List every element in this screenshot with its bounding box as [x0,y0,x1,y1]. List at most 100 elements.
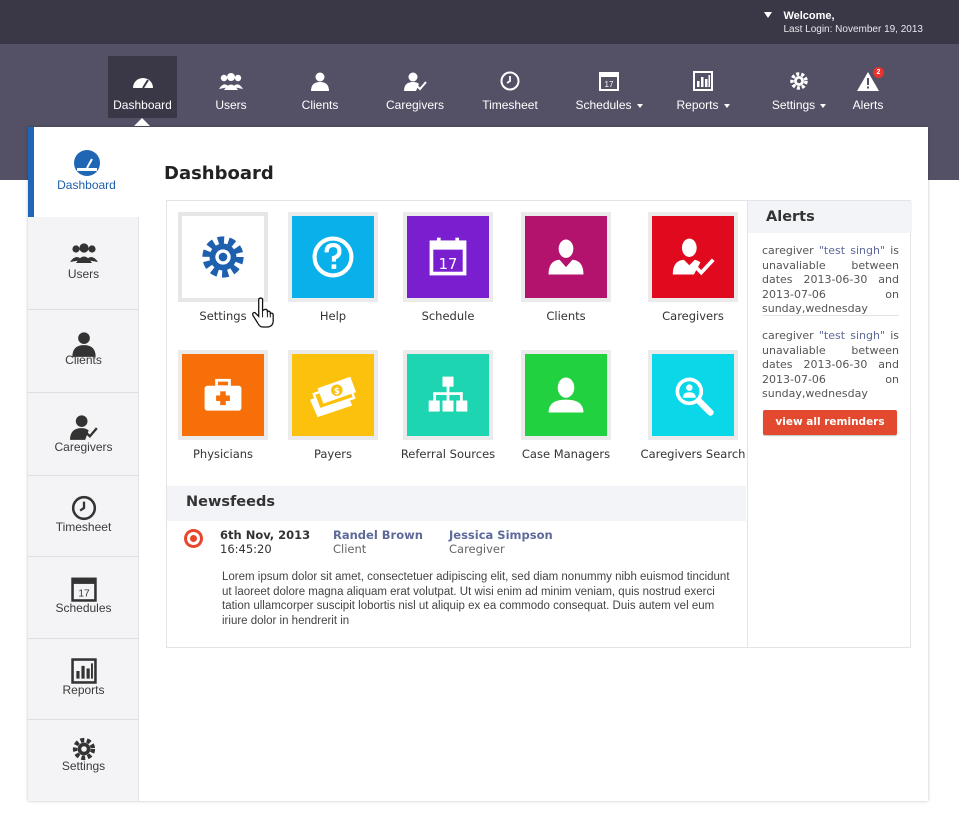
gauge-icon [132,78,153,89]
sidebar-item-reports[interactable]: Reports [28,639,139,720]
sidebar-item-clients[interactable]: Clients [28,310,139,393]
news-timestamp: 6th Nov, 2013 16:45:20 [220,528,310,556]
client-icon [311,72,329,91]
sidebar-item-settings[interactable]: Settings [28,720,139,801]
tile-label: Caregivers Search [640,447,746,461]
tile-label: Caregivers [662,309,724,323]
svg-text:$: $ [334,387,340,397]
chevron-down-icon [723,103,730,108]
sidebar-item-label: Reports [62,683,105,697]
search-user-icon [675,377,714,416]
nav-label: Alerts [852,98,884,112]
nav-alerts[interactable]: 2 Alerts [846,56,890,118]
nav-label: Reports [674,98,732,112]
clock-icon [71,495,96,521]
alerts-title: Alerts [766,209,815,225]
nav-label: Caregivers [385,98,445,112]
caregiver-icon [404,72,427,91]
alert-text: caregiver [762,244,819,257]
target-icon [184,529,203,548]
alerts-badge: 2 [873,67,884,78]
sidebar-item-caregivers[interactable]: Caregivers [28,393,139,476]
user-menu[interactable]: Welcome, Last Login: November 19, 2013 [764,10,923,36]
news-date: 6th Nov, 2013 [220,528,311,542]
news-person-caregiver: Jessica Simpson Caregiver [449,528,553,556]
sidebar-item-dashboard[interactable]: Dashboard [28,127,139,217]
sidebar-item-label: Caregivers [54,440,113,454]
nav-label: Users [215,98,247,112]
tile-bg: $ [292,354,374,436]
tile-bg: 17 [407,216,489,298]
hierarchy-icon [428,376,468,412]
svg-text:17: 17 [605,80,614,89]
news-body: Lorem ipsum dolor sit amet, consectetuer… [222,571,730,627]
nav-users[interactable]: Users [205,56,257,118]
nav-label: Clients [301,98,339,112]
users-icon [69,243,98,263]
calendar-icon: 17 [70,577,97,602]
active-nav-pointer [134,118,150,126]
nav-settings[interactable]: Settings [770,56,828,118]
tile-bg [182,216,264,298]
tile-bg [525,216,607,298]
news-time: 16:45:20 [220,542,272,556]
nav-label: Settings [770,98,828,112]
calendar-icon: 17 [599,72,619,91]
view-all-reminders-button[interactable]: view all reminders [763,410,897,435]
sidebar-item-label: Timesheet [55,520,112,534]
nav-label: Dashboard [113,98,172,112]
dropdown-arrow-icon[interactable] [764,12,773,18]
page-title: Dashboard [164,163,274,184]
users-icon [219,73,243,90]
alert-caregiver-name: "test singh" [818,244,886,257]
nav-clients[interactable]: Clients [294,56,346,118]
alerts-header: Alerts [748,201,912,233]
gauge-icon [73,150,100,176]
money-icon: $ [309,376,357,418]
first-aid-kit-icon [204,378,242,411]
nav-label: Schedules [575,98,643,112]
person-name-link[interactable]: Randel Brown [333,528,423,542]
nav-label-text: Settings [771,98,816,112]
tile-bg [652,354,734,436]
welcome-text: Welcome, [783,10,835,22]
help-icon [312,236,354,278]
person-name-link[interactable]: Jessica Simpson [449,528,553,542]
gear-icon [202,236,244,278]
nav-dashboard[interactable]: Dashboard [108,56,177,118]
tile-bg [652,216,734,298]
sidebar-item-label: Clients [65,353,102,367]
caregiver-icon [69,415,98,440]
sidebar-item-timesheet[interactable]: Timesheet [28,476,139,557]
clock-icon [500,71,520,91]
alert-divider [762,315,899,316]
nav-timesheet[interactable]: Timesheet [480,56,540,118]
svg-text:17: 17 [439,256,458,273]
sidebar-item-users[interactable]: Users [28,217,139,310]
last-login-text: Last Login: November 19, 2013 [783,24,923,35]
main-card: Dashboard Users Clients Caregivers Times… [28,127,928,801]
nav-label-text: Schedules [575,98,632,112]
nav-schedules[interactable]: 17 Schedules [575,56,643,118]
sidebar-item-schedules[interactable]: 17 Schedules [28,557,139,639]
bar-chart-icon [70,658,97,684]
dashboard-panel: Settings Help 17 Schedule Clients Caregi… [166,200,912,648]
newsfeed-item: 6th Nov, 2013 16:45:20 Randel Brown Clie… [167,521,746,627]
alert-item: caregiver "test singh" is unavaliable be… [762,329,899,402]
sidebar: Dashboard Users Clients Caregivers Times… [28,127,139,801]
alert-item: caregiver "test singh" is unavaliable be… [762,244,899,317]
nav-caregivers[interactable]: Caregivers [383,56,447,118]
tile-bg [407,354,489,436]
sidebar-item-label: Dashboard [57,178,116,192]
person-role: Client [333,542,367,556]
nav-label-text: Reports [676,98,719,112]
tile-bg [525,354,607,436]
person-role: Caregiver [449,542,505,556]
newsfeeds-header: Newsfeeds [167,486,746,521]
sidebar-item-label: Settings [61,759,106,773]
chevron-down-icon [636,103,643,108]
nav-reports[interactable]: Reports [674,56,732,118]
svg-text:17: 17 [78,589,90,600]
sidebar-item-label: Schedules [55,601,112,615]
top-bar: Welcome, Last Login: November 19, 2013 [0,0,959,44]
